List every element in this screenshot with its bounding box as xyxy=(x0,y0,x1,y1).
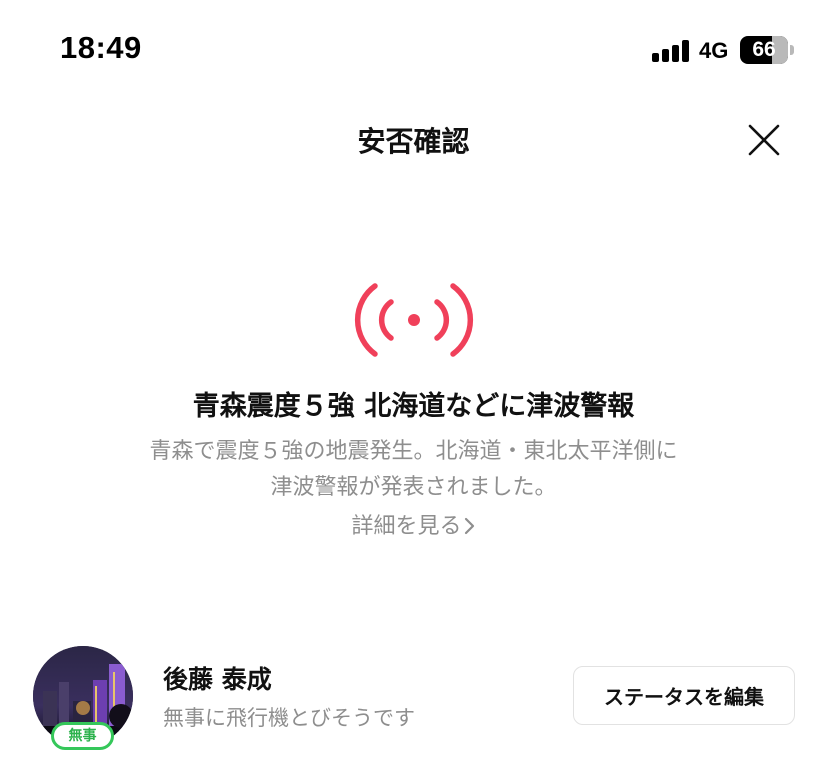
close-button[interactable] xyxy=(744,120,784,160)
close-icon xyxy=(748,124,780,156)
user-name: 後藤 泰成 xyxy=(163,665,272,694)
alert-description-line: 津波警報が発表されました。 xyxy=(270,475,557,500)
alert-title: 青森震度５強 北海道などに津波警報 xyxy=(192,391,635,422)
chevron-right-icon xyxy=(464,514,476,539)
battery-icon: 66 xyxy=(740,36,794,64)
user-status-message: 無事に飛行機とびそうです xyxy=(163,706,415,730)
network-type: 4G xyxy=(699,38,729,63)
alert-description: 青森で震度５強の地震発生。北海道・東北太平洋側に 津波警報が発表されました。 xyxy=(60,434,767,506)
see-details-label: 詳細を見る xyxy=(351,514,462,539)
edit-status-button[interactable]: ステータスを編集 xyxy=(573,666,795,725)
see-details-link[interactable]: 詳細を見る xyxy=(0,508,827,540)
safety-check-screen: 18:49 4G 66 安否確認 青森震度５強 北海道などに津波警報 青森で震度… xyxy=(0,0,827,771)
status-time: 18:49 xyxy=(60,30,142,65)
broadcast-signal-icon xyxy=(354,283,474,357)
alert-description-line: 青森で震度５強の地震発生。北海道・東北太平洋側に xyxy=(149,439,678,464)
cellular-signal-icon xyxy=(652,40,692,62)
page-title: 安否確認 xyxy=(357,125,470,158)
status-badge: 無事 xyxy=(51,722,114,750)
battery-level: 66 xyxy=(752,38,776,61)
